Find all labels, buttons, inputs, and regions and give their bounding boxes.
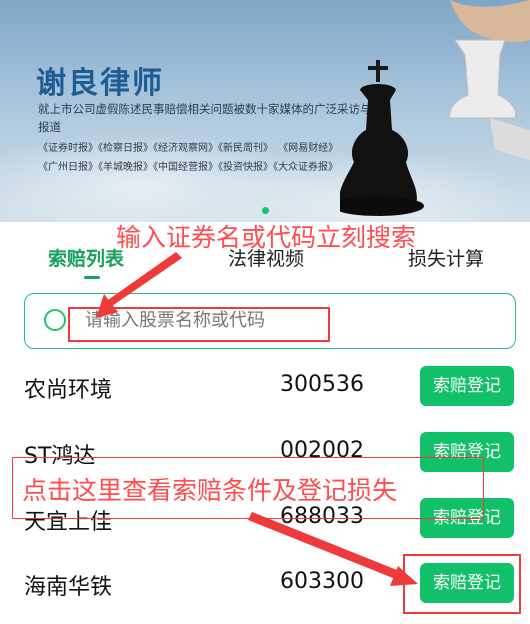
stock-code: 603300 — [280, 569, 364, 594]
tab-claim-list[interactable]: 索赔列表 — [48, 244, 124, 271]
chess-pieces-image — [340, 0, 530, 216]
stock-name: 农尚环境 — [24, 378, 113, 403]
tab-loss-calculator[interactable]: 损失计算 — [408, 244, 484, 271]
carousel-indicator — [0, 199, 530, 218]
annotation-register-hint: 点击这里查看索赔条件及登记损失 — [22, 476, 398, 505]
banner-description: 就上市公司虚假陈述民事赔偿相关问题被数十家媒体的广泛采访与报道 — [38, 102, 372, 134]
annotation-search-hint: 输入证券名或代码立刻搜索 — [116, 223, 417, 252]
carousel-dot-active[interactable] — [261, 207, 269, 214]
annotation-box-button — [403, 554, 521, 614]
active-tab-indicator — [84, 276, 100, 279]
hero-banner[interactable]: 谢良律师 就上市公司虚假陈述民事赔偿相关问题被数十家媒体的广泛采访与报道 《证券… — [0, 0, 530, 222]
banner-media-list: 《证券时报》《检察日报》《经济观察网》《新民周刊》 《网易财经》 — [38, 143, 339, 154]
banner-media-list: 《广州日报》《羊城晚报》《中国经营报》《投资快报》《大众证券报》 — [38, 162, 338, 173]
search-icon — [44, 309, 66, 331]
stock-code: 300536 — [280, 372, 364, 397]
annotation-box-search — [68, 307, 330, 342]
banner-title: 谢良律师 — [36, 66, 164, 101]
stock-name: 海南华铁 — [24, 575, 113, 600]
stock-row: 农尚环境 300536 索赔登记 — [0, 358, 530, 418]
claim-register-button[interactable]: 索赔登记 — [420, 366, 514, 406]
